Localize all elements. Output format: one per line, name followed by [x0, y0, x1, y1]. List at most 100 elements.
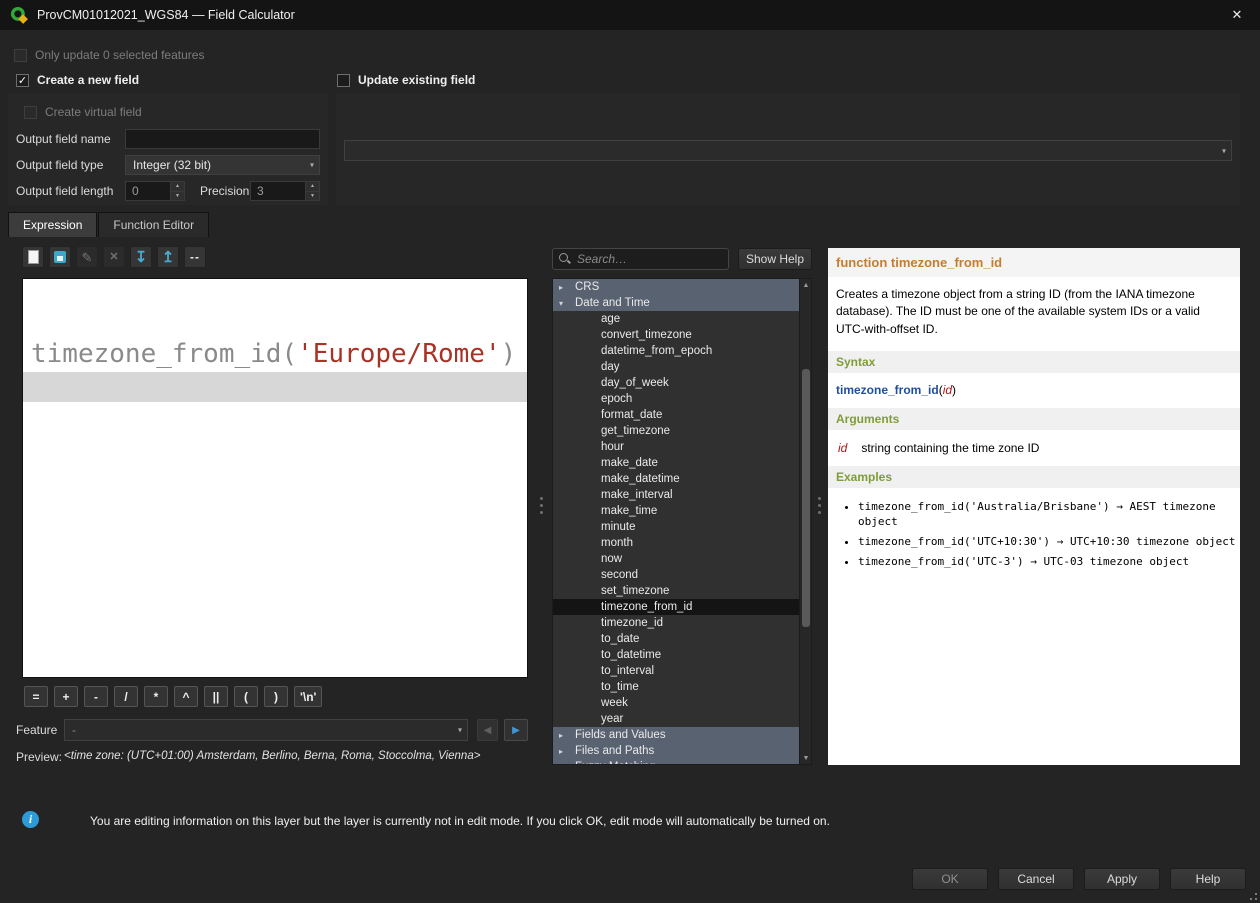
feature-select[interactable]: - [64, 719, 468, 741]
operator-button[interactable]: / [114, 686, 138, 707]
tree-item-label: epoch [601, 393, 632, 405]
operator-button[interactable]: + [54, 686, 78, 707]
function-tree-item[interactable]: month [553, 535, 799, 551]
update-existing-field-row[interactable]: Update existing field [337, 72, 475, 88]
edit-saved-expression-icon[interactable]: ✎ [76, 246, 98, 268]
feature-next-button[interactable]: ▶ [504, 719, 528, 741]
ok-button[interactable]: OK [912, 868, 988, 890]
spin-up-icon[interactable]: ▲ [305, 182, 319, 192]
operator-button[interactable]: * [144, 686, 168, 707]
function-tree-item[interactable]: set_timezone [553, 583, 799, 599]
function-tree-item[interactable]: year [553, 711, 799, 727]
existing-field-select[interactable] [344, 140, 1232, 161]
function-tree-item[interactable]: minute [553, 519, 799, 535]
update-existing-field-checkbox[interactable] [337, 74, 350, 87]
function-tree-group[interactable]: ▾Date and Time [553, 295, 799, 311]
help-description: Creates a timezone object from a string … [828, 277, 1240, 340]
scroll-down-icon[interactable]: ▼ [800, 752, 812, 764]
function-tree-group[interactable]: ▸Fuzzy Matching [553, 759, 799, 765]
operator-button[interactable]: || [204, 686, 228, 707]
tree-item-label: minute [601, 521, 636, 533]
function-tree-item[interactable]: datetime_from_epoch [553, 343, 799, 359]
scroll-up-icon[interactable]: ▲ [800, 279, 812, 291]
function-tree-item[interactable]: make_date [553, 455, 799, 471]
function-tree-item[interactable]: age [553, 311, 799, 327]
chevron-right-icon[interactable]: ▸ [559, 731, 569, 740]
output-field-name-input[interactable] [125, 129, 320, 149]
chevron-right-icon[interactable]: ▸ [559, 747, 569, 756]
function-tree-item[interactable]: day_of_week [553, 375, 799, 391]
operator-button[interactable]: - [84, 686, 108, 707]
operator-button[interactable]: ) [264, 686, 288, 707]
tab-function-editor[interactable]: Function Editor [98, 212, 209, 237]
comment-button[interactable]: -- [184, 246, 206, 268]
spin-down-icon[interactable]: ▼ [170, 192, 184, 201]
tree-scrollbar[interactable]: ▲ ▼ [799, 279, 811, 764]
chevron-down-icon[interactable]: ▾ [559, 299, 569, 308]
function-tree-item[interactable]: epoch [553, 391, 799, 407]
show-help-button[interactable]: Show Help [738, 248, 812, 270]
cancel-button[interactable]: Cancel [998, 868, 1074, 890]
create-virtual-field-checkbox[interactable] [24, 106, 37, 119]
help-button[interactable]: Help [1170, 868, 1246, 890]
function-tree-item[interactable]: get_timezone [553, 423, 799, 439]
function-tree-item[interactable]: to_time [553, 679, 799, 695]
function-tree-item[interactable]: make_interval [553, 487, 799, 503]
apply-button[interactable]: Apply [1084, 868, 1160, 890]
function-tree-item[interactable]: second [553, 567, 799, 583]
function-tree-item[interactable]: format_date [553, 407, 799, 423]
function-tree-item[interactable]: to_interval [553, 663, 799, 679]
function-tree-group[interactable]: ▸CRS [553, 279, 799, 295]
function-tree-item[interactable]: convert_timezone [553, 327, 799, 343]
tree-item-label: timezone_id [601, 617, 663, 629]
output-field-length-stepper[interactable]: 0 ▲▼ [125, 181, 185, 201]
function-tree-item[interactable]: to_date [553, 631, 799, 647]
only-update-checkbox[interactable] [14, 49, 27, 62]
expression-editor[interactable]: timezone_from_id('Europe/Rome') [22, 278, 528, 678]
function-tree-item[interactable]: make_time [553, 503, 799, 519]
spin-up-icon[interactable]: ▲ [170, 182, 184, 192]
feature-prev-button[interactable]: ◀ [477, 719, 498, 741]
operator-button[interactable]: '\n' [294, 686, 322, 707]
chevron-right-icon[interactable]: ▸ [559, 763, 569, 766]
function-tree-item[interactable]: to_datetime [553, 647, 799, 663]
tab-expression[interactable]: Expression [8, 212, 97, 237]
function-tree-item[interactable]: hour [553, 439, 799, 455]
only-update-row[interactable]: Only update 0 selected features [14, 47, 204, 63]
export-expressions-icon[interactable]: ↥ [157, 246, 179, 268]
function-tree-item[interactable]: timezone_id [553, 615, 799, 631]
save-expression-icon[interactable] [49, 246, 71, 268]
import-expressions-icon[interactable]: ↧ [130, 246, 152, 268]
spin-down-icon[interactable]: ▼ [305, 192, 319, 201]
output-field-length-label: Output field length [16, 184, 113, 198]
function-tree-item[interactable]: day [553, 359, 799, 375]
remove-saved-expression-icon[interactable]: ✕ [103, 246, 125, 268]
new-expression-icon[interactable] [22, 246, 44, 268]
operator-button[interactable]: ( [234, 686, 258, 707]
search-input[interactable] [577, 252, 722, 266]
tree-item-label: set_timezone [601, 585, 669, 597]
operator-button[interactable]: = [24, 686, 48, 707]
scrollbar-thumb[interactable] [802, 369, 810, 627]
function-tree-item[interactable]: now [553, 551, 799, 567]
tree-item-label: to_time [601, 681, 639, 693]
function-search[interactable] [552, 248, 729, 270]
create-new-field-checkbox[interactable] [16, 74, 29, 87]
function-tree-group[interactable]: ▸Files and Paths [553, 743, 799, 759]
create-virtual-field-row[interactable]: Create virtual field [24, 104, 142, 120]
output-field-type-select[interactable]: Integer (32 bit) [125, 155, 320, 175]
operator-button[interactable]: ^ [174, 686, 198, 707]
function-tree-item[interactable]: make_datetime [553, 471, 799, 487]
create-new-field-row[interactable]: Create a new field [16, 72, 139, 88]
resize-grip[interactable] [1245, 888, 1257, 900]
splitter-handle[interactable] [817, 490, 822, 520]
precision-stepper[interactable]: 3 ▲▼ [250, 181, 320, 201]
close-icon[interactable]: ✕ [1214, 0, 1260, 30]
chevron-right-icon[interactable]: ▸ [559, 283, 569, 292]
function-tree-item[interactable]: week [553, 695, 799, 711]
function-tree-item[interactable]: timezone_from_id [553, 599, 799, 615]
arrow-right-icon: ▶ [512, 725, 520, 736]
function-tree-group[interactable]: ▸Fields and Values [553, 727, 799, 743]
splitter-handle[interactable] [539, 490, 544, 520]
new-expression-icon [28, 250, 39, 264]
